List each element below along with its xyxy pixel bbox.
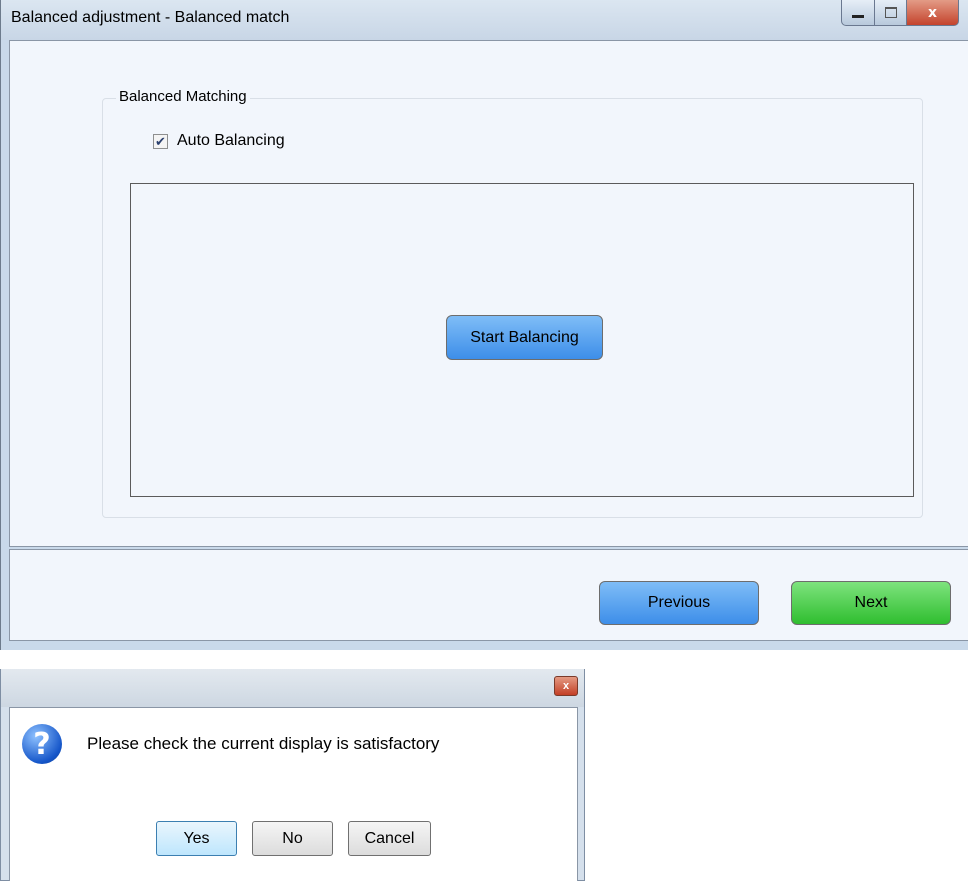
minimize-icon [852, 15, 864, 18]
close-icon: x [927, 4, 938, 21]
window-controls: x [841, 0, 959, 28]
dialog-titlebar: x [1, 669, 584, 707]
confirm-dialog: x ? Please check the current display is … [0, 669, 585, 881]
maximize-icon [884, 7, 897, 18]
main-window: Balanced adjustment - Balanced match x B… [0, 0, 968, 650]
dialog-close-button[interactable]: x [554, 676, 578, 696]
window-title: Balanced adjustment - Balanced match [11, 9, 290, 26]
start-balancing-button[interactable]: Start Balancing [446, 315, 603, 360]
dialog-body: ? Please check the current display is sa… [9, 707, 578, 881]
minimize-button[interactable] [841, 0, 875, 26]
yes-button[interactable]: Yes [156, 821, 237, 856]
cancel-button[interactable]: Cancel [348, 821, 431, 856]
dialog-message: Please check the current display is sati… [87, 734, 440, 753]
next-button[interactable]: Next [791, 581, 951, 625]
checkmark-icon: ✔ [155, 133, 166, 149]
auto-balancing-row[interactable]: ✔ Auto Balancing [153, 132, 285, 150]
close-icon: x [562, 680, 570, 692]
auto-balancing-label[interactable]: Auto Balancing [177, 132, 285, 150]
auto-balancing-checkbox[interactable]: ✔ [153, 133, 168, 149]
no-button[interactable]: No [252, 821, 333, 856]
group-legend: Balanced Matching [116, 88, 250, 105]
question-icon: ? [22, 724, 62, 764]
maximize-button[interactable] [875, 0, 907, 26]
balancing-panel: Start Balancing [130, 183, 914, 497]
close-button[interactable]: x [907, 0, 959, 26]
previous-button[interactable]: Previous [599, 581, 759, 625]
main-titlebar: Balanced adjustment - Balanced match x [1, 0, 968, 40]
balanced-matching-group: Balanced Matching ✔ Auto Balancing Start… [102, 88, 923, 518]
main-content: Balanced Matching ✔ Auto Balancing Start… [9, 40, 968, 547]
main-footer: Previous Next [9, 549, 968, 641]
